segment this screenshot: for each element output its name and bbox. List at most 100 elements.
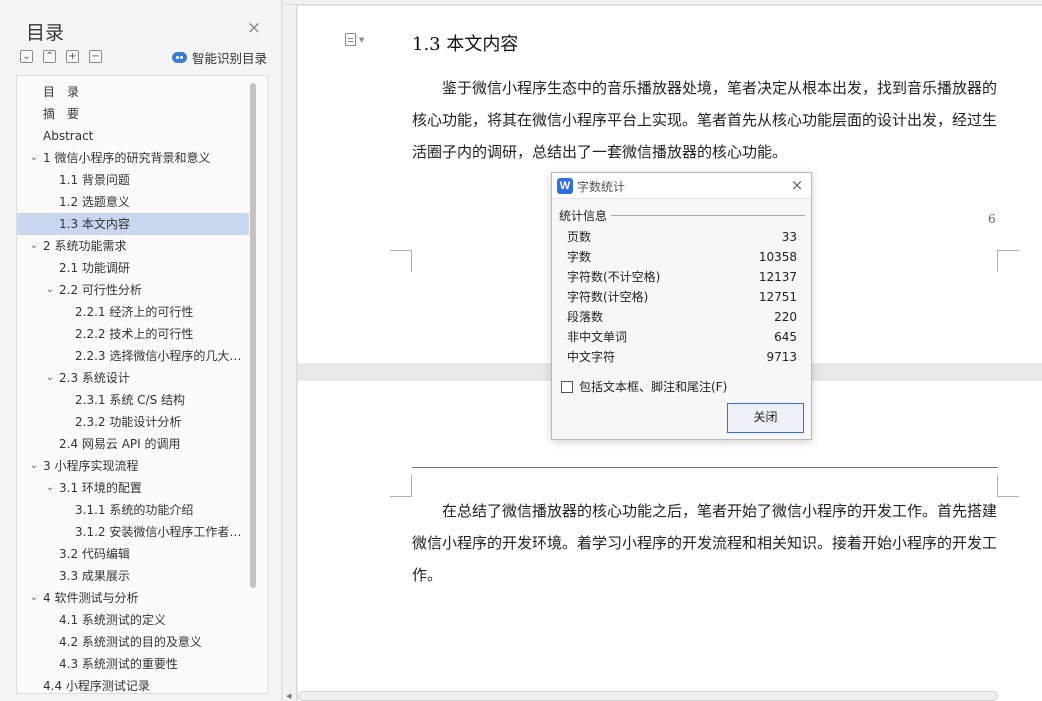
stat-value: 645: [774, 330, 797, 344]
toc-item[interactable]: ⌄ 3.1 环境的配置: [17, 477, 249, 499]
toc-item-label: 2.2 可行性分析: [59, 283, 142, 297]
close-button[interactable]: 关闭: [727, 403, 804, 433]
dialog-titlebar: W 字数统计 ×: [552, 173, 811, 199]
smart-toc-button[interactable]: 智能识别目录: [172, 48, 267, 67]
toc-item[interactable]: ⌄ 3 小程序实现流程: [17, 455, 249, 477]
header-divider: [412, 467, 998, 468]
wps-logo-icon: W: [557, 178, 573, 194]
chevron-down-icon[interactable]: ⌄: [28, 235, 40, 257]
toc-item[interactable]: ⌄ 2.2 可行性分析: [17, 279, 249, 301]
toc-item-label: 2.1 功能调研: [59, 261, 130, 275]
vertical-ruler: [283, 5, 297, 701]
toc-item[interactable]: 摘 要: [17, 103, 249, 125]
chevron-down-icon[interactable]: ⌄: [44, 279, 56, 301]
toc-item[interactable]: 2.1 功能调研: [17, 257, 249, 279]
toc-item[interactable]: 目 录: [17, 81, 249, 103]
include-textbox-option[interactable]: 包括文本框、脚注和尾注(F): [561, 378, 727, 395]
chevron-down-icon[interactable]: ⌄: [44, 477, 56, 499]
ai-bot-icon: [172, 52, 187, 63]
close-icon[interactable]: ×: [245, 19, 263, 37]
toc-item[interactable]: 3.1.2 安装微信小程序工作者工具: [17, 521, 249, 543]
toc-item[interactable]: 2.2.3 选择微信小程序的几大优势: [17, 345, 249, 367]
toc-item[interactable]: 2.2.1 经济上的可行性: [17, 301, 249, 323]
chevron-down-icon[interactable]: ⌄: [44, 367, 56, 389]
remove-heading-icon[interactable]: −: [89, 50, 102, 63]
scroll-left-icon[interactable]: ◀: [286, 692, 291, 700]
stat-row: 段落数 220: [567, 307, 797, 327]
toc-item[interactable]: 1.1 背景问题: [17, 169, 249, 191]
body-paragraph: 在总结了微信播放器的核心功能之后，笔者开始了微信小程序的开发工作。首先搭建微信小…: [412, 502, 998, 584]
add-heading-icon[interactable]: +: [66, 50, 79, 63]
toc-item[interactable]: 2.3.2 功能设计分析: [17, 411, 249, 433]
stat-row: 页数 33: [567, 227, 797, 247]
toc-item-label: 1.2 选题意义: [59, 195, 130, 209]
toc-item[interactable]: 1.3 本文内容: [17, 213, 249, 235]
paragraph-menu[interactable]: ▼: [345, 32, 364, 46]
toc-list: 目 录摘 要 Abstract ⌄ 1 微信小程序的研究背景和意义 1.1 背景问题 1.…: [17, 81, 249, 693]
document-icon: [345, 33, 356, 46]
toc-item[interactable]: 3.1.1 系统的功能介绍: [17, 499, 249, 521]
toc-item[interactable]: ⌄ 2.3 系统设计: [17, 367, 249, 389]
chevron-down-icon[interactable]: ⌄: [28, 587, 40, 609]
stat-row: 字符数(不计空格) 12137: [567, 267, 797, 287]
expand-all-icon[interactable]: ⌃: [43, 50, 56, 63]
toc-item[interactable]: 2.4 网易云 API 的调用: [17, 433, 249, 455]
toc-item-label: 3.1.2 安装微信小程序工作者工具: [75, 525, 249, 539]
word-count-dialog: W 字数统计 × 统计信息 页数 33 字数 10358 字符数(不计空格) 12137 字…: [551, 172, 812, 440]
stat-value: 9713: [766, 350, 797, 364]
toc-item-label: 4 软件测试与分析: [43, 591, 139, 605]
toc-scrollbar[interactable]: [250, 83, 256, 588]
toc-item-label: 3.1.1 系统的功能介绍: [75, 503, 194, 517]
stat-label: 中文字符: [567, 350, 616, 364]
toc-item[interactable]: 4.1 系统测试的定义: [17, 609, 249, 631]
margin-corner-mark: [390, 250, 412, 272]
toc-item[interactable]: 4.2 系统测试的目的及意义: [17, 631, 249, 653]
chevron-down-icon[interactable]: ⌄: [28, 455, 40, 477]
chevron-down-icon[interactable]: ⌄: [28, 147, 40, 169]
sidebar-title: 目录: [26, 22, 65, 44]
toc-item[interactable]: 1.2 选题意义: [17, 191, 249, 213]
stat-label: 页数: [567, 230, 592, 244]
toc-item[interactable]: 2.3.1 系统 C/S 结构: [17, 389, 249, 411]
close-icon[interactable]: ×: [788, 176, 806, 194]
toc-item[interactable]: 4.3 系统测试的重要性: [17, 653, 249, 675]
toc-item-label: 2.2.2 技术上的可行性: [75, 327, 194, 341]
toc-item-label: Abstract: [43, 129, 94, 143]
toc-item-label: 目 录: [43, 85, 80, 99]
body-paragraph: 鉴于微信小程序生态中的音乐播放器处境，笔者决定从根本出发，找到音乐播放器的核心功…: [412, 79, 998, 161]
toc-item-label: 4.2 系统测试的目的及意义: [59, 635, 202, 649]
collapse-all-icon[interactable]: ⌄: [20, 50, 33, 63]
checkbox-label: 包括文本框、脚注和尾注(F): [579, 380, 728, 394]
toc-item-label: 4.4 小程序测试记录: [43, 679, 150, 693]
toc-item[interactable]: 3.2 代码编辑: [17, 543, 249, 565]
toc-item-label: 2.3.2 功能设计分析: [75, 415, 182, 429]
stat-value: 33: [781, 230, 797, 244]
toc-item[interactable]: 4.4 小程序测试记录: [17, 675, 249, 693]
toc-item-label: 2.4 网易云 API 的调用: [59, 437, 181, 451]
stat-row: 字数 10358: [567, 247, 797, 267]
toc-item-label: 2.2.1 经济上的可行性: [75, 305, 194, 319]
toc-item-label: 2 系统功能需求: [43, 239, 127, 253]
horizontal-scrollbar[interactable]: [298, 691, 998, 701]
horizontal-ruler: [283, 0, 1042, 5]
toc-item-label: 4.1 系统测试的定义: [59, 613, 166, 627]
stat-label: 段落数: [567, 310, 604, 324]
toc-item[interactable]: 2.2.2 技术上的可行性: [17, 323, 249, 345]
stats-list: 页数 33 字数 10358 字符数(不计空格) 12137 字符数(计空格) 12751 段落…: [567, 227, 797, 367]
toc-item[interactable]: ⌄ 1 微信小程序的研究背景和意义: [17, 147, 249, 169]
toc-item[interactable]: ⌄ 2 系统功能需求: [17, 235, 249, 257]
toc-item[interactable]: 3.3 成果展示: [17, 565, 249, 587]
toc-item-label: 1.1 背景问题: [59, 173, 130, 187]
toc-item-label: 3.1 环境的配置: [59, 481, 142, 495]
toc-toolbar: ⌄ ⌃ + −: [20, 50, 102, 63]
stat-label: 非中文单词: [567, 330, 628, 344]
include-textbox-checkbox[interactable]: [561, 380, 573, 393]
toc-item-label: 2.3.1 系统 C/S 结构: [75, 393, 186, 407]
toc-item-label: 摘 要: [43, 107, 80, 121]
toc-item-label: 2.2.3 选择微信小程序的几大优势: [75, 349, 249, 363]
toc-item[interactable]: Abstract: [17, 125, 249, 147]
smart-toc-label: 智能识别目录: [192, 51, 268, 66]
stat-label: 字数: [567, 250, 592, 264]
toc-item[interactable]: ⌄ 4 软件测试与分析: [17, 587, 249, 609]
stats-group-label: 统计信息: [559, 207, 612, 224]
